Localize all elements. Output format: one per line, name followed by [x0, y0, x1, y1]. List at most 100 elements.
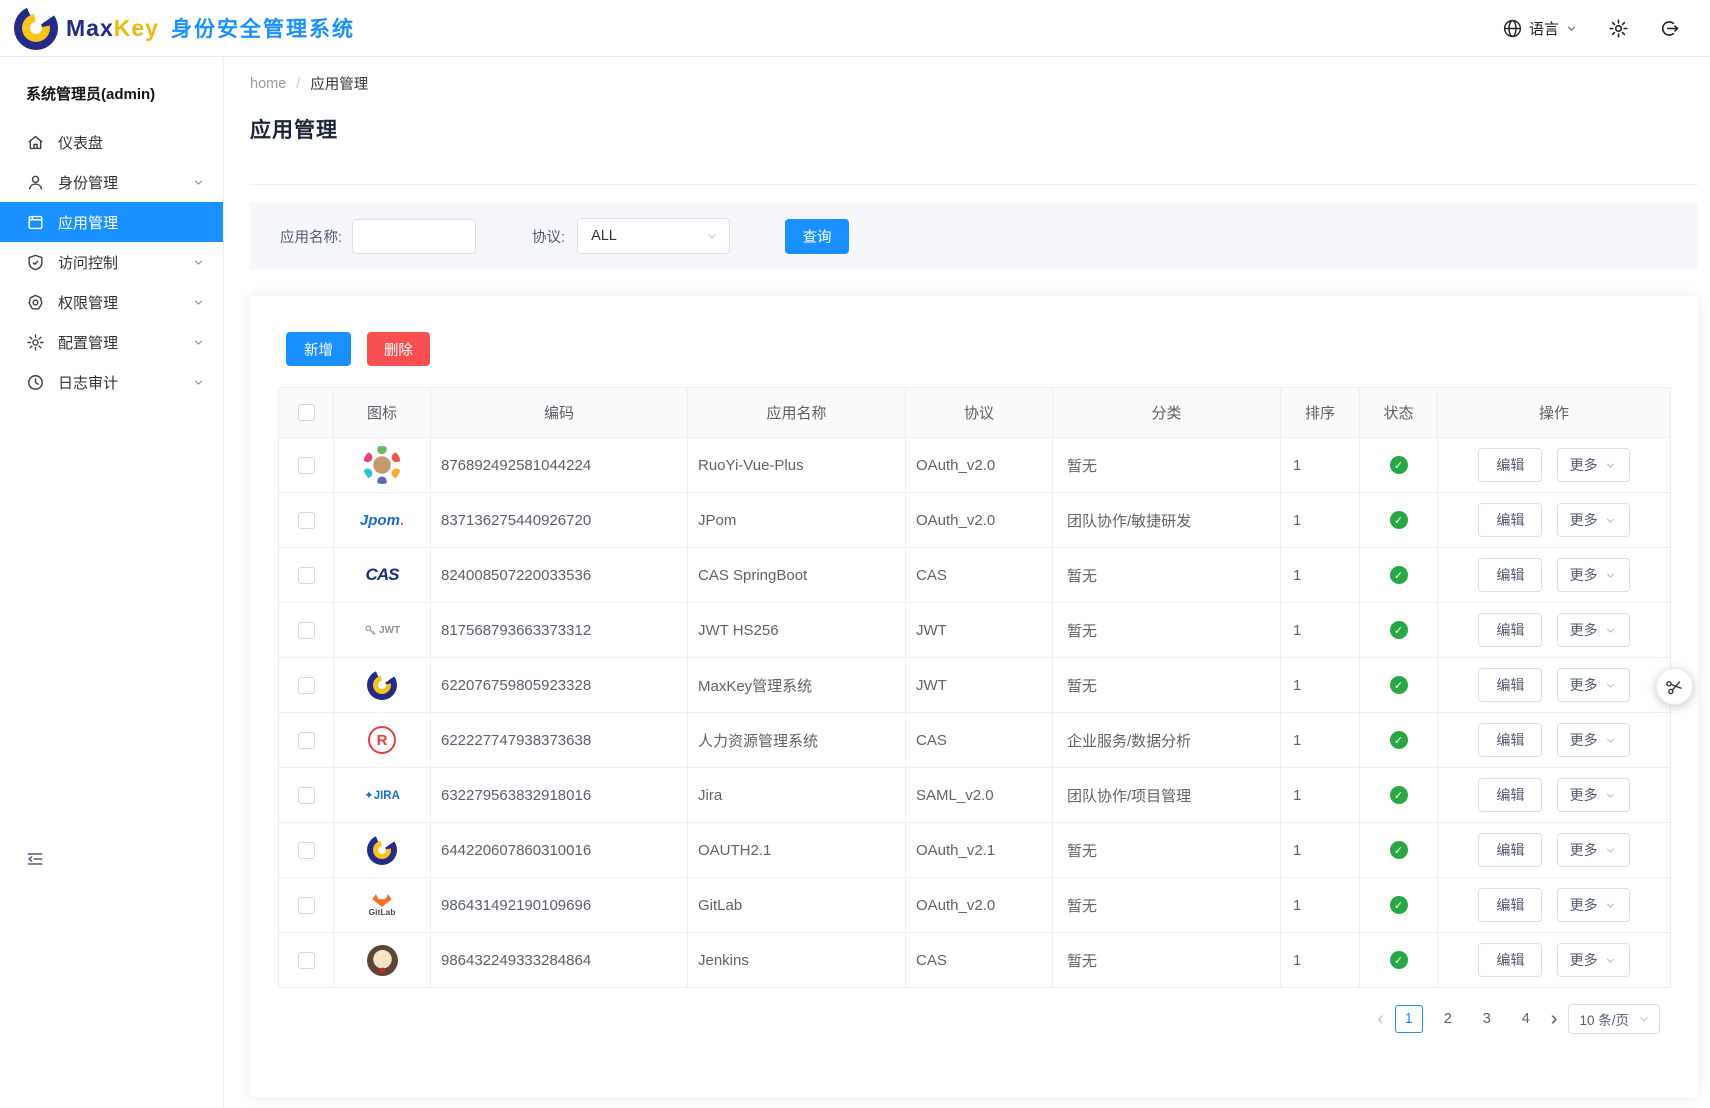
current-user: 系统管理员(admin) [0, 57, 223, 122]
sidebar-item-label: 访问控制 [58, 252, 192, 273]
edit-button[interactable]: 编辑 [1478, 668, 1542, 702]
edit-button[interactable]: 编辑 [1478, 943, 1542, 977]
pagination: ‹ 1234 › 10 条/页 [250, 1004, 1660, 1034]
page-button-3[interactable]: 3 [1473, 1005, 1501, 1033]
more-button[interactable]: 更多 [1557, 448, 1630, 482]
more-button[interactable]: 更多 [1557, 833, 1630, 867]
row-checkbox[interactable] [298, 897, 315, 914]
app-category: 企业服务/数据分析 [1053, 713, 1281, 768]
edit-button[interactable]: 编辑 [1478, 723, 1542, 757]
settings-button[interactable] [1608, 18, 1629, 39]
sidebar-item-permission[interactable]: 权限管理 [0, 282, 223, 322]
page-size-select[interactable]: 10 条/页 [1568, 1004, 1660, 1034]
delete-button[interactable]: 删除 [367, 332, 430, 366]
sidebar: 系统管理员(admin) 仪表盘 身份管理 应用管理 访问控制 权限管理 配置管… [0, 57, 224, 1108]
sidebar-item-label: 权限管理 [58, 292, 192, 313]
sidebar-item-dashboard[interactable]: 仪表盘 [0, 122, 223, 162]
app-category: 暂无 [1053, 438, 1281, 493]
edit-button[interactable]: 编辑 [1478, 833, 1542, 867]
col-name: 应用名称 [688, 388, 906, 438]
next-page-button[interactable]: › [1551, 1009, 1558, 1029]
status-active-icon [1390, 951, 1408, 969]
app-category: 团队协作/项目管理 [1053, 768, 1281, 823]
row-checkbox[interactable] [298, 512, 315, 529]
row-checkbox[interactable] [298, 622, 315, 639]
row-checkbox[interactable] [298, 677, 315, 694]
app-category: 暂无 [1053, 823, 1281, 878]
clock-icon [26, 373, 45, 392]
jpom-logo: Jpom. [334, 493, 431, 548]
sidebar-item-label: 应用管理 [58, 212, 192, 233]
table-row: GitLab 986431492190109696 GitLab OAuth_v… [279, 878, 1671, 933]
app-name: GitLab [688, 878, 906, 933]
status-active-icon [1390, 456, 1408, 474]
app-name-input[interactable] [352, 219, 476, 254]
globe-icon [1502, 18, 1523, 39]
select-all-checkbox[interactable] [298, 404, 315, 421]
col-select [279, 388, 334, 438]
collapse-sidebar-button[interactable] [25, 849, 45, 869]
chevron-down-icon [1604, 624, 1617, 637]
search-button[interactable]: 查询 [785, 219, 849, 254]
more-button[interactable]: 更多 [1557, 943, 1630, 977]
sidebar-item-apps[interactable]: 应用管理 [0, 202, 223, 242]
chevron-down-icon [1604, 844, 1617, 857]
breadcrumb-current: 应用管理 [310, 73, 368, 94]
page-button-1[interactable]: 1 [1395, 1005, 1423, 1033]
floating-tool-button[interactable] [1656, 668, 1693, 705]
logout-button[interactable] [1659, 18, 1680, 39]
status-active-icon [1390, 786, 1408, 804]
row-checkbox[interactable] [298, 787, 315, 804]
row-checkbox[interactable] [298, 567, 315, 584]
sidebar-item-access[interactable]: 访问控制 [0, 242, 223, 282]
col-category: 分类 [1053, 388, 1281, 438]
app-name: RuoYi-Vue-Plus [688, 438, 906, 493]
more-button[interactable]: 更多 [1557, 723, 1630, 757]
edit-button[interactable]: 编辑 [1478, 503, 1542, 537]
edit-button[interactable]: 编辑 [1478, 888, 1542, 922]
app-protocol: JWT [906, 658, 1053, 713]
gear-icon [26, 333, 45, 352]
page-numbers: 1234 [1395, 1005, 1540, 1033]
row-checkbox[interactable] [298, 457, 315, 474]
breadcrumb-separator: / [296, 76, 300, 92]
more-button[interactable]: 更多 [1557, 503, 1630, 537]
maxkey-logo [334, 658, 431, 713]
edit-button[interactable]: 编辑 [1478, 558, 1542, 592]
app-sort: 1 [1281, 768, 1360, 823]
more-button[interactable]: 更多 [1557, 558, 1630, 592]
prev-page-button[interactable]: ‹ [1377, 1009, 1384, 1029]
more-button[interactable]: 更多 [1557, 778, 1630, 812]
sidebar-item-identity[interactable]: 身份管理 [0, 162, 223, 202]
breadcrumb-home-link[interactable]: home [250, 76, 286, 92]
page-button-2[interactable]: 2 [1434, 1005, 1462, 1033]
edit-button[interactable]: 编辑 [1478, 448, 1542, 482]
more-button[interactable]: 更多 [1557, 613, 1630, 647]
breadcrumb: home / 应用管理 [250, 73, 1698, 94]
more-button[interactable]: 更多 [1557, 668, 1630, 702]
sidebar-item-audit[interactable]: 日志审计 [0, 362, 223, 402]
row-checkbox[interactable] [298, 842, 315, 859]
table-row: 876892492581044224 RuoYi-Vue-Plus OAuth_… [279, 438, 1671, 493]
app-sort: 1 [1281, 603, 1360, 658]
edit-button[interactable]: 编辑 [1478, 613, 1542, 647]
protocol-select[interactable]: ALL [577, 218, 730, 254]
add-button[interactable]: 新增 [286, 332, 351, 366]
app-category: 暂无 [1053, 933, 1281, 988]
app-category: 暂无 [1053, 878, 1281, 933]
row-checkbox[interactable] [298, 732, 315, 749]
app-icon [26, 213, 45, 232]
page-button-4[interactable]: 4 [1512, 1005, 1540, 1033]
app-code: 986432249333284864 [431, 933, 688, 988]
row-checkbox[interactable] [298, 952, 315, 969]
protocol-label: 协议: [532, 226, 565, 247]
ruoyi-logo [334, 438, 431, 493]
edit-button[interactable]: 编辑 [1478, 778, 1542, 812]
table-card: 新增 删除 图标 编码 应用名称 协议 分类 排序 [250, 296, 1698, 1097]
sidebar-item-config[interactable]: 配置管理 [0, 322, 223, 362]
language-menu[interactable]: 语言 [1502, 18, 1578, 39]
app-title: 身份安全管理系统 [171, 13, 355, 43]
app-code: 622227747938373638 [431, 713, 688, 768]
more-button[interactable]: 更多 [1557, 888, 1630, 922]
gitlab-logo: GitLab [334, 878, 431, 933]
